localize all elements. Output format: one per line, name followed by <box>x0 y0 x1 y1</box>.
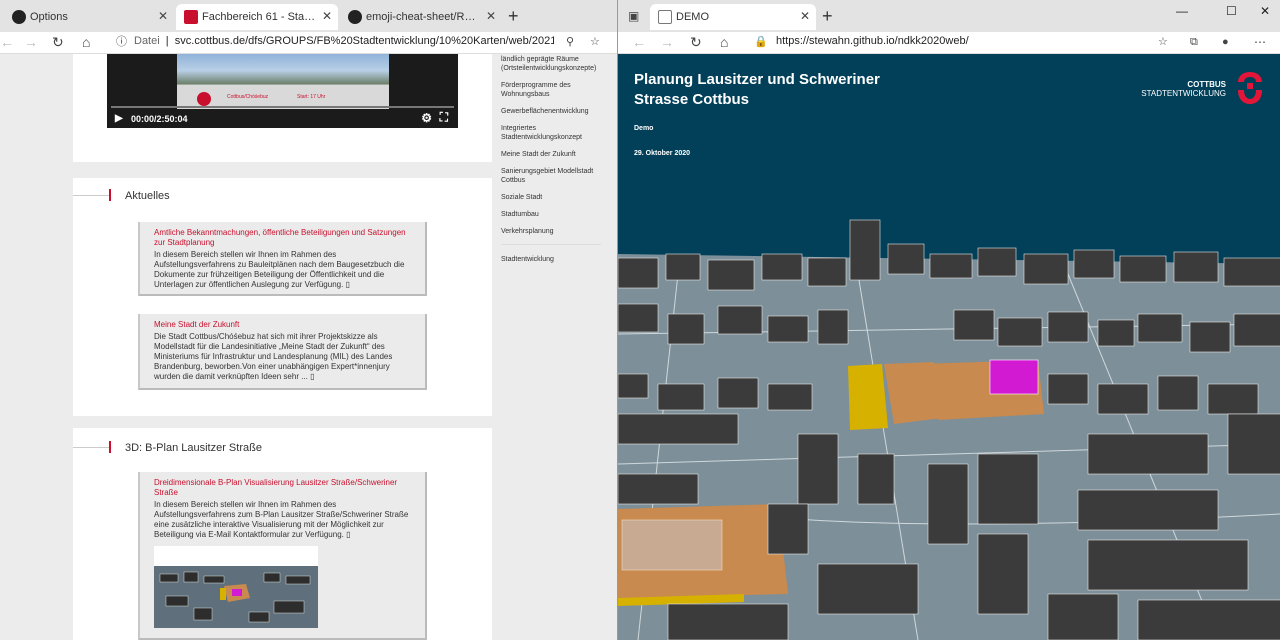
section-title: 3D: B-Plan Lausitzer Straße <box>125 442 262 454</box>
side-navigation: ländlich geprägte Räume (Ortsteilentwick… <box>501 54 601 272</box>
new-tab-icon[interactable]: + <box>822 6 833 27</box>
sidenav-item[interactable]: Förderprogramme des Wohnungsbaus <box>501 81 601 99</box>
cottbus-logo-icon <box>1238 72 1262 104</box>
reload-icon[interactable]: ↻ <box>690 32 702 52</box>
tab-label: emoji-cheat-sheet/README.md <box>366 11 482 23</box>
close-icon[interactable]: ✕ <box>158 9 168 23</box>
zoom-icon[interactable]: ⚲ <box>566 32 574 52</box>
collections-icon[interactable]: ⧉ <box>1190 32 1198 52</box>
progress-bar[interactable] <box>111 106 454 108</box>
tab-actions-icon[interactable]: ▣ <box>628 6 639 26</box>
sidenav-item[interactable]: Sanierungsgebiet Modellstadt Cottbus <box>501 167 601 185</box>
url-prefix: Datei <box>134 35 160 47</box>
video-player[interactable]: Cottbus/Chóśebuz Start: 17 Uhr ▶ 00:00/2… <box>107 54 458 128</box>
teaser-bekanntmachungen[interactable]: Amtliche Bekanntmachungen, öffentliche B… <box>138 222 427 296</box>
close-icon[interactable]: ✕ <box>486 9 496 23</box>
thumbnail-text: Start: 17 Uhr <box>297 94 326 100</box>
teaser-body: In diesem Bereich stellen wir Ihnen im R… <box>154 500 409 539</box>
close-icon[interactable]: ✕ <box>322 9 332 23</box>
home-icon[interactable]: ⌂ <box>720 32 728 52</box>
gear-icon[interactable]: ⚙ <box>421 111 432 125</box>
demo-page: Planung Lausitzer und Schweriner Strasse… <box>618 54 1280 640</box>
sidenav-item[interactable]: Soziale Stadt <box>501 193 601 202</box>
teaser-title[interactable]: Amtliche Bekanntmachungen, öffentliche B… <box>154 228 411 248</box>
tab-label: Options <box>30 11 68 23</box>
subtitle: Demo <box>634 125 654 132</box>
tab-strip: ▣ DEMO ✕ + — ☐ ✕ <box>618 0 1280 32</box>
sidenav-item[interactable]: Verkehrsplanung <box>501 227 601 236</box>
github-icon <box>348 10 362 24</box>
sidenav-item[interactable]: ländlich geprägte Räume (Ortsteilentwick… <box>501 55 601 73</box>
video-time: 00:00/2:50:04 <box>131 114 188 124</box>
tab-demo[interactable]: DEMO ✕ <box>650 4 816 30</box>
url-field[interactable]: https://stewahn.github.io/ndkk2020web/ <box>776 35 1136 47</box>
github-icon <box>12 10 26 24</box>
sidenav-divider <box>501 244 601 245</box>
maximize-icon[interactable]: ☐ <box>1226 4 1237 18</box>
page-icon <box>658 10 672 24</box>
teaser-body: In diesem Bereich stellen wir Ihnen im R… <box>154 250 405 289</box>
date: 29. Oktober 2020 <box>634 150 691 157</box>
profile-icon[interactable]: ● <box>1222 32 1229 52</box>
title-line: Strasse Cottbus <box>634 91 750 108</box>
tab-strip: Options ✕ Fachbereich 61 - Stadtentwickl… <box>0 0 617 32</box>
new-tab-icon[interactable]: + <box>508 6 519 27</box>
section-title: Aktuelles <box>125 190 170 202</box>
sidenav-item[interactable]: Stadtumbau <box>501 210 601 219</box>
sidenav-item[interactable]: Gewerbeflächenentwicklung <box>501 107 601 116</box>
page-content: Cottbus/Chóśebuz Start: 17 Uhr ▶ 00:00/2… <box>0 54 617 640</box>
cottbus-favicon-icon <box>184 10 198 24</box>
video-thumbnail: Cottbus/Chóśebuz Start: 17 Uhr <box>177 54 389 109</box>
home-icon[interactable]: ⌂ <box>82 32 90 52</box>
thumbnail-text: Cottbus/Chóśebuz <box>227 94 269 100</box>
sidenav-item[interactable]: Integriertes Stadtentwicklungskonzept <box>501 124 601 142</box>
more-icon[interactable]: ⋯ <box>1254 32 1266 52</box>
forward-icon[interactable]: → <box>660 32 674 52</box>
play-icon[interactable]: ▶ <box>115 113 123 124</box>
teaser-stadt-zukunft[interactable]: Meine Stadt der Zukunft Die Stadt Cottbu… <box>138 314 427 390</box>
teaser-bplan[interactable]: Dreidimensionale B-Plan Visualisierung L… <box>138 472 427 640</box>
logo-text: COTTBUS <box>1187 80 1226 89</box>
minimize-icon[interactable]: — <box>1176 4 1188 18</box>
tab-options[interactable]: Options ✕ <box>4 4 174 30</box>
favorite-icon[interactable]: ☆ <box>590 32 600 52</box>
video-controls: ▶ 00:00/2:50:04 ⚙ ⛶ <box>107 104 458 128</box>
tab-label: Fachbereich 61 - Stadtentwicklung <box>202 11 318 23</box>
info-icon[interactable]: ⓘ <box>116 32 127 52</box>
tab-emoji[interactable]: emoji-cheat-sheet/README.md ✕ <box>340 4 502 30</box>
teaser-body: Die Stadt Cottbus/Chóśebuz hat sich mit … <box>154 332 393 381</box>
favorite-icon[interactable]: ☆ <box>1158 32 1168 52</box>
close-icon[interactable]: ✕ <box>800 9 810 23</box>
preview-city-graphic <box>154 566 318 628</box>
left-browser-window: Options ✕ Fachbereich 61 - Stadtentwickl… <box>0 0 617 640</box>
back-icon[interactable]: ← <box>632 32 646 52</box>
tab-label: DEMO <box>676 11 709 23</box>
forward-icon[interactable]: → <box>24 32 38 52</box>
reload-icon[interactable]: ↻ <box>52 32 64 52</box>
3d-city-view[interactable] <box>618 214 1280 640</box>
url-field[interactable]: Datei | svc.cottbus.de/dfs/GROUPS/FB%20S… <box>134 35 554 47</box>
sidenav-item[interactable]: Meine Stadt der Zukunft <box>501 150 601 159</box>
back-icon[interactable]: ← <box>0 32 14 52</box>
close-window-icon[interactable]: ✕ <box>1260 4 1270 18</box>
tab-fachbereich[interactable]: Fachbereich 61 - Stadtentwicklung ✕ <box>176 4 338 30</box>
right-browser-window: ▣ DEMO ✕ + — ☐ ✕ ← → ↻ ⌂ 🔒 https://stewa… <box>617 0 1280 640</box>
bplan-preview-image[interactable] <box>154 546 318 628</box>
logo-subtext: STADTENTWICKLUNG <box>1141 89 1226 98</box>
teaser-title[interactable]: Meine Stadt der Zukunft <box>154 320 411 330</box>
fullscreen-icon[interactable]: ⛶ <box>440 110 448 125</box>
url-text: svc.cottbus.de/dfs/GROUPS/FB%20Stadtentw… <box>174 35 554 47</box>
title-line: Planung Lausitzer und Schweriner <box>634 71 880 88</box>
teaser-title[interactable]: Dreidimensionale B-Plan Visualisierung L… <box>154 478 411 498</box>
address-bar: ← → ↻ ⌂ ⓘ Datei | svc.cottbus.de/dfs/GRO… <box>0 32 617 54</box>
address-bar: ← → ↻ ⌂ 🔒 https://stewahn.github.io/ndkk… <box>618 32 1280 54</box>
page-title: Planung Lausitzer und Schweriner Strasse… <box>634 70 880 110</box>
lock-icon[interactable]: 🔒 <box>754 32 768 52</box>
sidenav-item[interactable]: Stadtentwicklung <box>501 255 601 264</box>
